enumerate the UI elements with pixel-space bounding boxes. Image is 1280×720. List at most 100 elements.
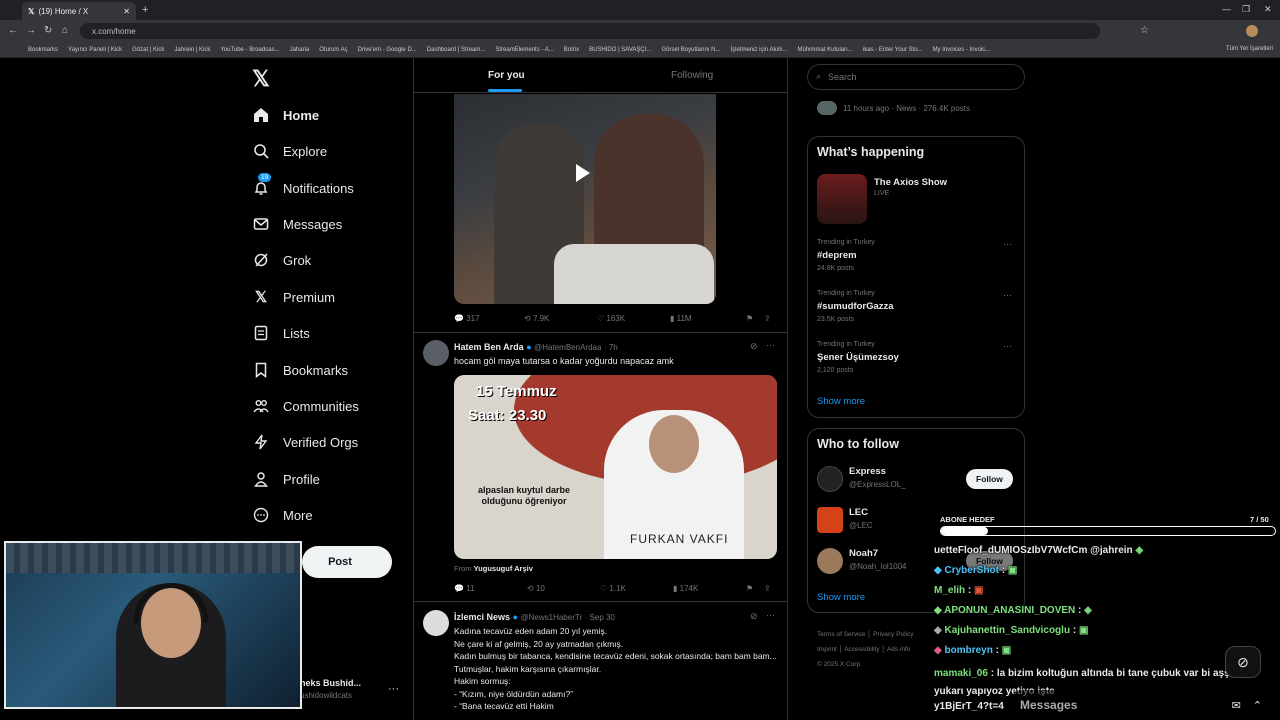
trend-more-icon[interactable]: ··· bbox=[1003, 239, 1012, 249]
profile-avatar-icon[interactable] bbox=[1246, 25, 1258, 37]
bookmark-item[interactable]: Botrix bbox=[564, 47, 579, 53]
star-icon[interactable]: ☆ bbox=[1140, 25, 1149, 36]
repost-icon[interactable]: ⟲ 7.9K bbox=[524, 314, 597, 323]
follow-button[interactable]: Follow bbox=[966, 469, 1013, 489]
trend-item[interactable]: Trending in Turkey Şener Üşümezsoy 2,120… bbox=[817, 341, 899, 374]
bookmark-item[interactable]: Yayıncı Paneli | Kick bbox=[68, 47, 122, 53]
live-title[interactable]: The Axios Show bbox=[874, 177, 947, 188]
show-more-follows[interactable]: Show more bbox=[817, 592, 865, 603]
grok-fab-icon[interactable]: ⊘ bbox=[1225, 646, 1261, 678]
footer-link[interactable]: Privacy Policy bbox=[873, 631, 913, 638]
bookmark-icon[interactable]: ⚑ bbox=[746, 584, 764, 593]
show-more-trends[interactable]: Show more bbox=[817, 396, 865, 407]
tweet-more-icon[interactable]: ··· bbox=[766, 610, 775, 620]
browser-tab[interactable]: 𝕏 (19) Home / X ✕ bbox=[22, 2, 136, 20]
bookmark-item[interactable]: Mühimmat Kutuları... bbox=[798, 47, 853, 53]
nav-home[interactable]: Home bbox=[252, 101, 319, 129]
bookmark-item[interactable]: Jahrein | Kick bbox=[174, 47, 210, 53]
nav-messages[interactable]: Messages bbox=[252, 210, 342, 238]
account-more-icon[interactable]: ··· bbox=[388, 683, 399, 695]
footer-link[interactable]: Accessibility bbox=[844, 646, 879, 653]
trend-item[interactable]: Trending in Turkey #deprem 24.8K posts bbox=[817, 239, 875, 272]
views-icon[interactable]: ▮ 174K bbox=[673, 584, 746, 593]
trend-more-icon[interactable]: ··· bbox=[1003, 341, 1012, 351]
grok-icon[interactable]: ⊘ bbox=[750, 341, 758, 352]
tab-close-icon[interactable]: ✕ bbox=[123, 7, 130, 16]
nav-profile[interactable]: Profile bbox=[252, 465, 320, 493]
bookmark-item[interactable]: StreamElements - A... bbox=[495, 47, 553, 53]
repost-icon[interactable]: ⟲ 10 bbox=[527, 584, 600, 593]
bookmark-item[interactable]: Jaharia bbox=[290, 47, 310, 53]
avatar[interactable] bbox=[423, 610, 449, 636]
follow-suggestion[interactable]: Express @ExpressLOL_ bbox=[817, 466, 906, 492]
all-bookmarks[interactable]: Tüm Yer İşaretleri bbox=[1226, 46, 1273, 52]
follow-suggestion[interactable]: Noah7 @Noah_lol1004 bbox=[817, 548, 907, 574]
reload-icon[interactable]: ↻ bbox=[44, 25, 52, 36]
nav-communities[interactable]: Communities bbox=[252, 392, 359, 420]
bookmark-item[interactable]: Gözat | Kick bbox=[132, 47, 164, 53]
reply-icon[interactable]: 💬 11 bbox=[454, 584, 527, 593]
forward-icon[interactable]: → bbox=[26, 25, 36, 36]
bookmark-item[interactable]: BUSHIDO | SAVAŞÇI... bbox=[589, 47, 651, 53]
maximize-icon[interactable]: ❐ bbox=[1242, 4, 1250, 15]
messages-drawer[interactable]: Messages ✉ ⌃ bbox=[1010, 690, 1272, 720]
footer-link[interactable]: Imprint bbox=[817, 646, 837, 653]
author-name[interactable]: Hatem Ben Arda bbox=[454, 342, 524, 352]
like-icon[interactable]: ♡ 1.1K bbox=[600, 584, 673, 593]
avatar[interactable] bbox=[423, 340, 449, 366]
search-input[interactable]: ⌕ Search bbox=[807, 64, 1025, 90]
close-window-icon[interactable]: ✕ bbox=[1264, 4, 1272, 15]
bookmark-item[interactable]: Görsel Boyutlarını N... bbox=[661, 47, 720, 53]
follow-suggestion[interactable]: LEC @LEC bbox=[817, 507, 873, 533]
source-name[interactable]: Yugusuguf Arşiv bbox=[474, 564, 533, 573]
bookmark-item[interactable]: Drive'em - Google D... bbox=[358, 47, 417, 53]
author-name[interactable]: İzlemci News bbox=[454, 612, 510, 622]
back-icon[interactable]: ← bbox=[8, 25, 18, 36]
bookmark-item[interactable]: Dashboard | Stream... bbox=[427, 47, 486, 53]
tweet-video[interactable] bbox=[454, 94, 716, 304]
live-thumbnail[interactable] bbox=[817, 174, 867, 224]
bookmark-item[interactable]: YouTube - Broadcas... bbox=[220, 47, 279, 53]
url-field[interactable]: x.com/home bbox=[80, 23, 1100, 39]
new-message-icon[interactable]: ✉ bbox=[1232, 699, 1241, 712]
grok-icon[interactable]: ⊘ bbox=[750, 611, 758, 622]
footer-link[interactable]: Terms of Service bbox=[817, 631, 865, 638]
play-icon[interactable] bbox=[576, 164, 590, 182]
bookmark-item[interactable]: My Invoices - Invoic... bbox=[933, 47, 991, 53]
nav-lists[interactable]: Lists bbox=[252, 319, 310, 347]
tweet-more-icon[interactable]: ··· bbox=[766, 340, 775, 350]
footer-link[interactable]: Ads info bbox=[887, 646, 911, 653]
trend-item[interactable]: Trending in Turkey #sumudforGazza 23.5K … bbox=[817, 290, 894, 323]
nav-explore[interactable]: Explore bbox=[252, 137, 327, 165]
bookmark-item[interactable]: ikas - Enter Your Sto... bbox=[863, 47, 923, 53]
nav-verified-orgs[interactable]: Verified Orgs bbox=[252, 428, 358, 456]
trend-more-icon[interactable]: ··· bbox=[1003, 290, 1012, 300]
minimize-icon[interactable]: — bbox=[1222, 4, 1231, 14]
views-icon[interactable]: ▮ 11M bbox=[670, 314, 746, 323]
nav-bookmarks[interactable]: Bookmarks bbox=[252, 356, 348, 384]
tab-for-you[interactable]: For you bbox=[488, 70, 525, 81]
like-icon[interactable]: ♡ 163K bbox=[597, 314, 670, 323]
bookmark-item[interactable]: Bookmarks bbox=[28, 47, 58, 53]
tweet-image[interactable]: 15 Temmuz Saat: 23.30 alpaslan kuytul da… bbox=[454, 375, 777, 559]
author-handle[interactable]: @HatemBenArdaa bbox=[534, 343, 601, 352]
expand-icon[interactable]: ⌃ bbox=[1253, 699, 1262, 712]
nav-premium[interactable]: 𝕏 Premium bbox=[252, 283, 335, 311]
author-handle[interactable]: @News1HaberTr bbox=[521, 613, 583, 622]
new-tab-icon[interactable]: + bbox=[142, 4, 148, 16]
reply-icon[interactable]: 💬 317 bbox=[454, 314, 524, 323]
nav-more[interactable]: More bbox=[252, 501, 313, 529]
nav-notifications[interactable]: 19 Notifications bbox=[252, 173, 354, 202]
bookmark-item[interactable]: Oturum Aç bbox=[319, 47, 347, 53]
share-icon[interactable]: ⇪ bbox=[764, 584, 771, 593]
bookmark-item[interactable]: İşletmeniz için Akıllı... bbox=[730, 47, 787, 53]
x-logo-icon[interactable]: 𝕏 bbox=[252, 66, 270, 92]
share-icon[interactable]: ⇪ bbox=[764, 314, 771, 323]
tweet-time[interactable]: · Sep 30 bbox=[585, 613, 615, 622]
tweet-time[interactable]: · 7h bbox=[604, 343, 618, 352]
nav-grok[interactable]: Grok bbox=[252, 246, 311, 274]
tab-following[interactable]: Following bbox=[671, 70, 713, 81]
bookmark-icon[interactable]: ⚑ bbox=[746, 314, 764, 323]
post-button[interactable]: Post bbox=[302, 546, 392, 578]
home-button-icon[interactable]: ⌂ bbox=[62, 25, 68, 36]
